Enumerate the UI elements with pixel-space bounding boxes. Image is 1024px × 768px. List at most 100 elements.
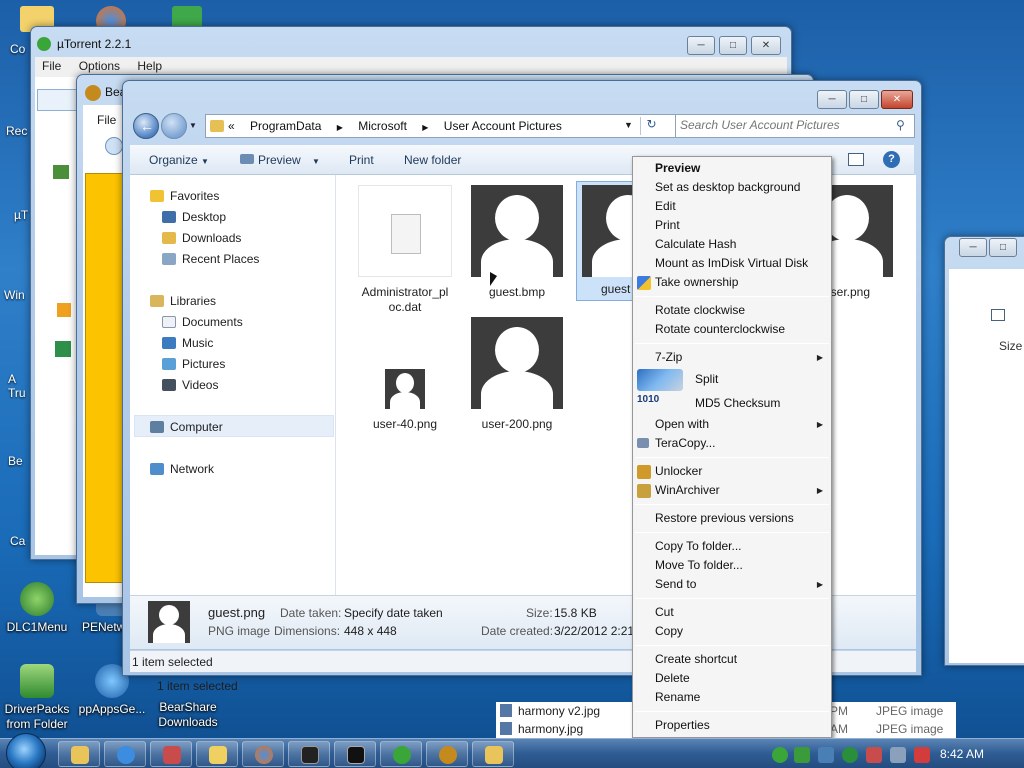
menu-item-rename[interactable]: Rename [655, 690, 700, 704]
menu-item-print[interactable]: Print [655, 218, 680, 232]
minimize-button[interactable]: ─ [687, 36, 715, 55]
menu-item-calculate-hash[interactable]: Calculate Hash [655, 237, 736, 251]
column-header-size[interactable]: Size [999, 339, 1022, 353]
menu-item-move-to-folder[interactable]: Move To folder... [655, 558, 743, 572]
taskbar-cmd[interactable] [334, 741, 376, 767]
back-button[interactable]: ← [133, 113, 159, 139]
search-icon[interactable]: ⚲ [896, 118, 905, 132]
desktop-icon-driverpacks[interactable]: DriverPacks from Folder [0, 664, 77, 732]
network-tray-icon[interactable] [794, 747, 810, 763]
menu-item-split[interactable]: Split [695, 372, 718, 386]
preview-pane-icon[interactable] [991, 309, 1005, 321]
menu-file[interactable]: File [97, 113, 116, 127]
menu-item-rotate-clockwise[interactable]: Rotate clockwise [655, 303, 745, 317]
file-item[interactable]: Administrator_pl oc.dat [356, 185, 454, 315]
close-button[interactable]: ✕ [881, 90, 913, 109]
menu-item-take-ownership[interactable]: Take ownership [655, 275, 738, 289]
taskbar-bearshare[interactable] [426, 741, 468, 767]
menu-item-set-desktop-background[interactable]: Set as desktop background [655, 180, 800, 194]
nav-documents[interactable]: Documents [162, 315, 243, 329]
menu-item-edit[interactable]: Edit [655, 199, 676, 213]
file-item[interactable]: user-200.png [468, 317, 566, 432]
menu-item-delete[interactable]: Delete [655, 671, 690, 685]
nav-libraries[interactable]: Libraries [150, 294, 216, 308]
nav-music[interactable]: Music [162, 336, 213, 350]
new-folder-button[interactable]: New folder [404, 153, 461, 167]
menu-item-send-to[interactable]: Send to [655, 577, 696, 591]
app-store-icon[interactable] [55, 341, 71, 357]
menu-item-preview[interactable]: Preview [655, 161, 700, 175]
menu-item-rotate-counterclockwise[interactable]: Rotate counterclockwise [655, 322, 785, 336]
nav-pictures[interactable]: Pictures [162, 357, 225, 371]
file-item[interactable]: guest.bmp [468, 185, 566, 300]
maximize-button[interactable]: □ [989, 238, 1017, 257]
search-input[interactable] [680, 118, 890, 132]
recent-pages-dropdown[interactable]: ▼ [189, 121, 197, 130]
maximize-button[interactable]: □ [719, 36, 747, 55]
nav-desktop[interactable]: Desktop [162, 210, 226, 224]
maximize-button[interactable]: □ [849, 90, 879, 109]
menu-item-md5-checksum[interactable]: MD5 Checksum [695, 396, 780, 410]
taskbar-ie[interactable] [104, 741, 146, 767]
nav-videos[interactable]: Videos [162, 378, 218, 392]
search-icon[interactable] [37, 89, 77, 111]
date-taken-value[interactable]: Specify date taken [344, 606, 443, 620]
menu-options[interactable]: Options [72, 57, 127, 75]
forward-button[interactable] [161, 113, 187, 139]
menu-item-unlocker[interactable]: Unlocker [655, 464, 702, 478]
menu-file[interactable]: File [35, 57, 68, 75]
taskbar-firefox[interactable] [242, 741, 284, 767]
nav-favorites[interactable]: Favorites [150, 189, 219, 203]
file-item[interactable]: user-40.png [356, 317, 454, 432]
refresh-icon[interactable]: ↻ [640, 117, 662, 135]
menu-item-7zip[interactable]: 7-Zip [655, 350, 682, 364]
breadcrumb-overflow[interactable]: « [228, 119, 235, 133]
taskbar-paint[interactable] [196, 741, 238, 767]
play-tray-icon[interactable] [842, 747, 858, 763]
menu-item-teracopy[interactable]: TeraCopy... [655, 436, 715, 450]
clock[interactable]: 8:42 AM [940, 747, 984, 761]
menu-item-properties[interactable]: Properties [655, 718, 710, 732]
chevron-down-icon[interactable]: ▼ [624, 120, 633, 130]
close-button[interactable]: ✕ [751, 36, 781, 55]
taskbar-utorrent[interactable] [380, 741, 422, 767]
update-tray-icon[interactable] [818, 747, 834, 763]
help-icon[interactable]: ? [883, 151, 900, 168]
monitor-tray-icon[interactable] [890, 747, 906, 763]
taskbar-app[interactable] [150, 741, 192, 767]
menu-item-copy[interactable]: Copy [655, 624, 683, 638]
desktop-icon-bearshare-downloads[interactable]: BearShare Downloads [146, 700, 230, 730]
tool-tray-icon[interactable] [866, 747, 882, 763]
menu-item-winarchiver[interactable]: WinArchiver [655, 483, 720, 497]
menu-item-open-with[interactable]: Open with [655, 417, 709, 431]
search-icon[interactable] [105, 137, 123, 155]
background-explorer-window[interactable]: ─ □ Size [944, 236, 1024, 666]
preview-pane-icon[interactable] [848, 153, 864, 166]
preview-button[interactable]: Preview ▼ [240, 153, 320, 167]
desktop-icon-dlc1menu[interactable]: DLC1Menu [0, 582, 77, 635]
utorrent-tray-icon[interactable] [772, 747, 788, 763]
nav-downloads[interactable]: Downloads [162, 231, 241, 245]
rss-icon[interactable] [57, 303, 71, 317]
organize-button[interactable]: Organize ▼ [149, 153, 209, 167]
print-button[interactable]: Print [349, 153, 374, 167]
menu-help[interactable]: Help [130, 57, 169, 75]
taskbar-explorer[interactable] [58, 741, 100, 767]
menu-item-cut[interactable]: Cut [655, 605, 674, 619]
menu-item-mount-imdisk[interactable]: Mount as ImDisk Virtual Disk [655, 256, 808, 270]
breadcrumb-user-account-pictures[interactable]: User Account Pictures [444, 119, 562, 133]
menu-item-copy-to-folder[interactable]: Copy To folder... [655, 539, 742, 553]
nav-computer[interactable]: Computer [150, 420, 223, 434]
taskbar-7zip[interactable] [288, 741, 330, 767]
minimize-button[interactable]: ─ [959, 238, 987, 257]
file-item-selected[interactable]: guest [576, 181, 636, 301]
menu-item-restore-previous-versions[interactable]: Restore previous versions [655, 511, 794, 525]
breadcrumb-microsoft[interactable]: Microsoft [358, 119, 407, 133]
search-box[interactable]: ⚲ [675, 114, 915, 138]
menu-item-create-shortcut[interactable]: Create shortcut [655, 652, 737, 666]
minimize-button[interactable]: ─ [817, 90, 847, 109]
taskbar-folder[interactable] [472, 741, 514, 767]
volume-muted-icon[interactable] [914, 747, 930, 763]
nav-recent-places[interactable]: Recent Places [162, 252, 259, 266]
nav-network[interactable]: Network [150, 462, 214, 476]
